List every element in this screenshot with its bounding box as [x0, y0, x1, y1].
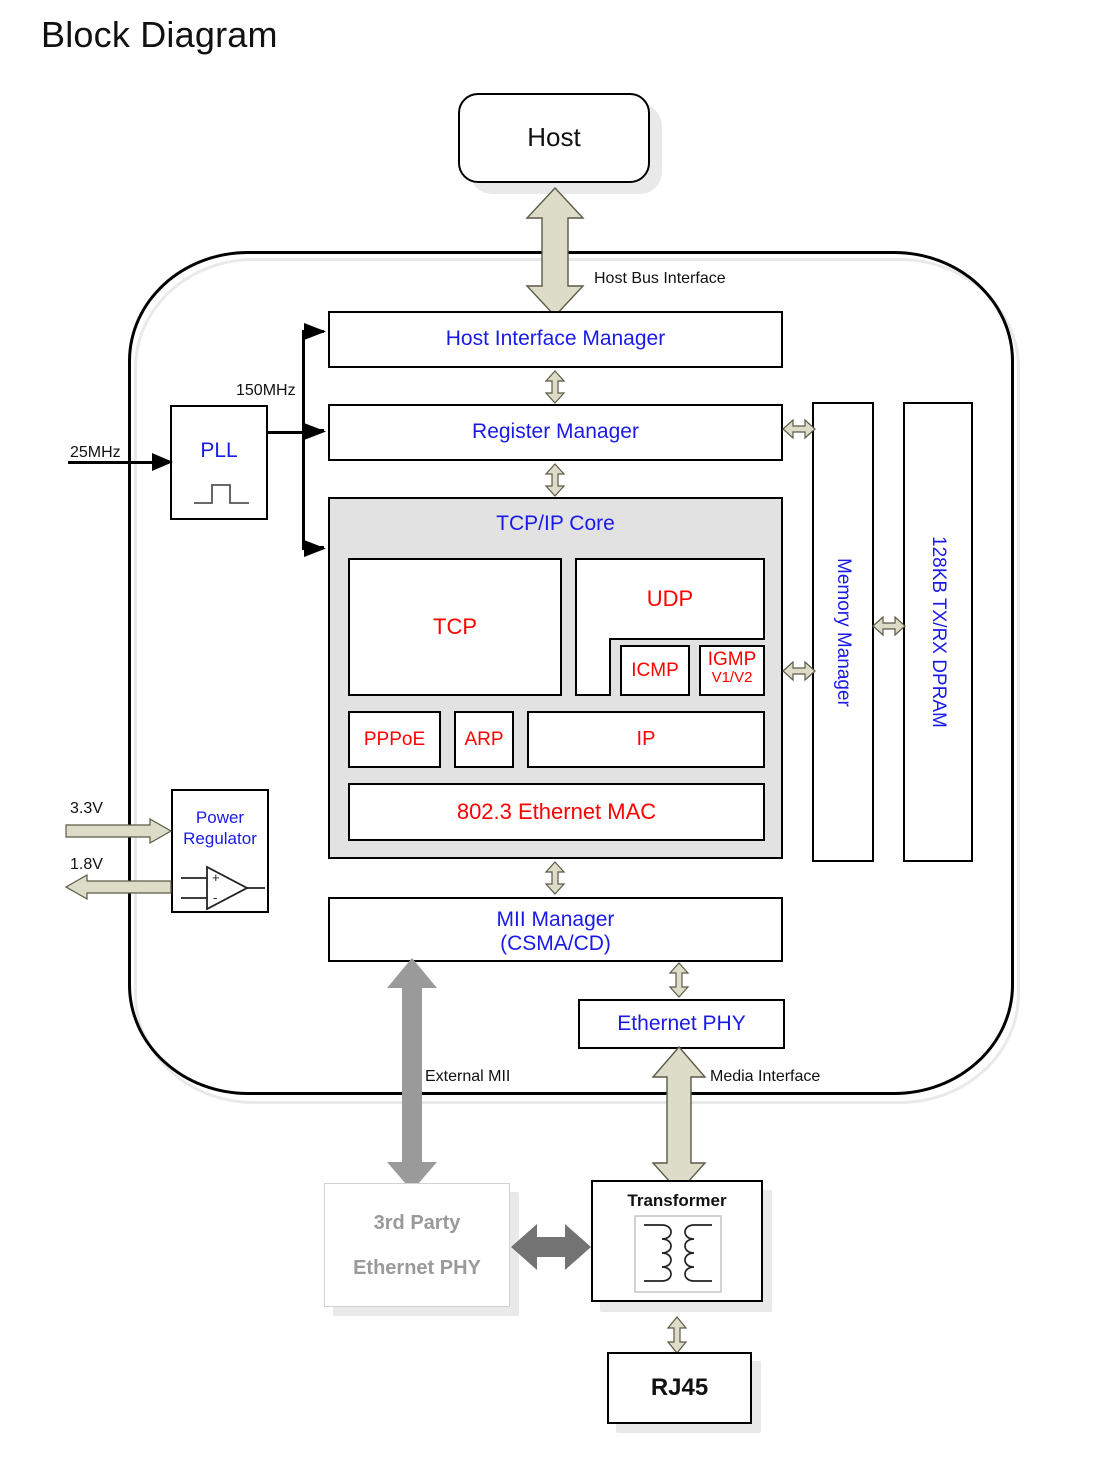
- third-party-phy-block[interactable]: 3rd Party Ethernet PHY: [324, 1183, 510, 1307]
- transformer-label: Transformer: [627, 1191, 727, 1210]
- power-output-label: 1.8V: [70, 856, 103, 873]
- clock-input-label: 25MHz: [70, 444, 121, 461]
- host-interface-manager-label: Host Interface Manager: [445, 327, 666, 351]
- memory-manager-label: Memory Manager: [832, 557, 854, 707]
- ip-block[interactable]: IP: [527, 711, 765, 768]
- icmp-block[interactable]: ICMP: [620, 645, 690, 696]
- igmp-label: IGMP: [707, 649, 757, 670]
- tcpip-core-title: TCP/IP Core: [496, 512, 615, 535]
- clock-input-arrowhead: [152, 452, 174, 472]
- ethernet-mac-block[interactable]: 802.3 Ethernet MAC: [348, 783, 765, 841]
- third-party-phy-label-2: Ethernet PHY: [353, 1257, 481, 1279]
- power-regulator-label-2: Regulator: [183, 829, 257, 849]
- regmgr-core-arrow: [544, 463, 566, 497]
- mii-manager-label-1: MII Manager: [496, 908, 615, 931]
- host-bus-arrow: [524, 186, 586, 318]
- phy-transformer-arrow: [510, 1222, 592, 1272]
- core-mii-arrow: [544, 861, 566, 895]
- power-regulator-label-1: Power: [195, 808, 245, 827]
- clock-regmgr-arrowhead: [304, 422, 328, 442]
- mii-manager-label-2: (CSMA/CD): [500, 932, 611, 956]
- media-interface-arrow: [650, 1045, 708, 1194]
- arp-block[interactable]: ARP: [454, 711, 514, 768]
- memory-manager-block[interactable]: Memory Manager: [812, 402, 874, 862]
- svg-text:-: -: [213, 890, 217, 905]
- host-box[interactable]: Host: [458, 93, 650, 183]
- host-bus-interface-label: Host Bus Interface: [594, 270, 726, 287]
- udp-join-mask: [577, 638, 609, 641]
- power-output-arrow: [64, 873, 172, 901]
- page-title: Block Diagram: [41, 14, 278, 55]
- ethernet-mac-label: 802.3 Ethernet MAC: [456, 799, 657, 825]
- external-mii-label: External MII: [423, 1068, 513, 1086]
- clock-output-label: 150MHz: [236, 382, 296, 399]
- rj45-label: RJ45: [650, 1374, 709, 1402]
- tcpip-core-block[interactable]: TCP/IP Core TCP UDP ICMP IGMP V1/V2 PPPo…: [328, 497, 783, 859]
- udp-label: UDP: [646, 586, 694, 612]
- power-regulator-block[interactable]: Power Regulator + -: [171, 789, 269, 913]
- clock-core-arrowhead: [304, 539, 328, 559]
- icmp-label: ICMP: [631, 659, 679, 681]
- transformer-block[interactable]: Transformer: [591, 1180, 763, 1302]
- igmp-version-label: V1/V2: [711, 668, 753, 686]
- mii-manager-block[interactable]: MII Manager (CSMA/CD): [328, 897, 783, 962]
- host-label: Host: [527, 122, 581, 153]
- svg-text:+: +: [212, 870, 220, 885]
- ip-label: IP: [636, 728, 656, 750]
- dpram-block[interactable]: 128KB TX/RX DPRAM: [903, 402, 973, 862]
- power-input-label: 3.3V: [70, 800, 103, 817]
- block-diagram-canvas: Block Diagram Host Host Bus Interface Ho…: [0, 0, 1098, 1460]
- igmp-block[interactable]: IGMP V1/V2: [699, 645, 765, 696]
- host-interface-manager-block[interactable]: Host Interface Manager: [328, 311, 783, 368]
- power-input-arrow: [65, 817, 173, 845]
- pll-block[interactable]: PLL: [170, 405, 268, 520]
- udp-block-leg: [575, 638, 611, 696]
- media-interface-label: Media Interface: [708, 1068, 823, 1086]
- ethernet-phy-label: Ethernet PHY: [617, 1011, 746, 1035]
- arp-label: ARP: [464, 728, 504, 750]
- rj45-block[interactable]: RJ45: [607, 1352, 752, 1424]
- ethernet-phy-block[interactable]: Ethernet PHY: [578, 999, 785, 1049]
- pppoe-block[interactable]: PPPoE: [348, 711, 441, 768]
- register-manager-block[interactable]: Register Manager: [328, 404, 783, 461]
- tcp-label: TCP: [433, 614, 477, 640]
- regmgr-memmgr-arrow: [782, 418, 816, 440]
- core-memmgr-arrow: [782, 660, 816, 682]
- clock-input-wire: [68, 461, 158, 464]
- pppoe-label: PPPoE: [363, 728, 426, 750]
- pll-out-wire: [268, 431, 304, 434]
- clock-him-arrowhead: [304, 322, 328, 342]
- him-regmgr-arrow: [544, 370, 566, 404]
- mii-phy-arrow: [668, 962, 690, 998]
- dpram-label: 128KB TX/RX DPRAM: [927, 536, 949, 728]
- memmgr-dpram-arrow: [872, 615, 906, 637]
- pll-label: PLL: [200, 439, 238, 462]
- transformer-rj45-arrow: [666, 1316, 688, 1354]
- tcp-block[interactable]: TCP: [348, 558, 562, 696]
- register-manager-label: Register Manager: [472, 420, 639, 444]
- udp-block[interactable]: UDP: [575, 558, 765, 640]
- third-party-phy-label-1: 3rd Party: [373, 1212, 461, 1234]
